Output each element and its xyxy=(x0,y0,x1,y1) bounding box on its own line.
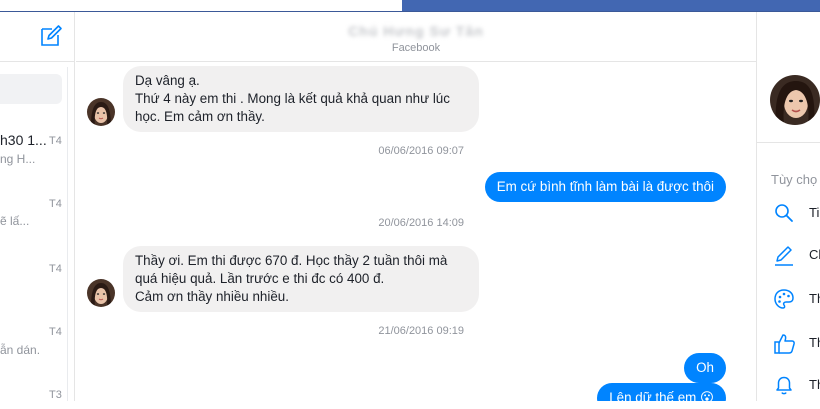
option-label: Ch xyxy=(809,247,820,262)
message-timestamp: 06/06/2016 09:07 xyxy=(378,145,464,157)
facebook-top-bar xyxy=(0,0,820,12)
profile-image xyxy=(770,75,820,125)
change-color[interactable]: Th xyxy=(773,288,820,312)
avatar-photo xyxy=(87,98,115,126)
outgoing-message[interactable]: Oh xyxy=(684,353,726,383)
profile-photo[interactable] xyxy=(770,75,820,125)
chat-title[interactable]: Chú Hưng Sư Tân xyxy=(76,23,756,39)
message-line: Dạ vâng ạ. xyxy=(135,73,200,88)
conversation-time: T4 xyxy=(49,198,62,210)
chat-header: Chú Hưng Sư Tân Facebook xyxy=(76,12,756,62)
avatar-photo xyxy=(87,279,115,307)
conversation-snippet: ng H... xyxy=(0,152,36,166)
conversation-time: T4 xyxy=(49,263,62,275)
details-divider xyxy=(757,142,820,143)
message-line: quá hiệu quả. Lần trước e thi đc có 400 … xyxy=(135,271,385,286)
message-line: học. Em cảm ơn thầy. xyxy=(135,109,265,124)
thumbs-up-icon xyxy=(774,334,795,354)
option-label: Th xyxy=(809,335,820,350)
outgoing-message[interactable]: Lên dữ thế em 😮 xyxy=(597,383,726,401)
message-line: Thứ 4 này em thi . Mong là kết quả khả q… xyxy=(135,91,450,106)
avatar[interactable] xyxy=(87,279,115,307)
message-timestamp: 21/06/2016 09:19 xyxy=(378,325,464,337)
conversation-item[interactable]: T4 ẽ lấ... xyxy=(0,198,75,248)
search-conversations-input[interactable] xyxy=(0,74,62,104)
conversation-time: T3 xyxy=(49,389,62,401)
conversation-snippet: ẽ lấ... xyxy=(0,214,30,228)
search-in-conversation[interactable]: Ti xyxy=(773,202,820,226)
conversation-snippet: ẫn dán. xyxy=(0,343,41,357)
message-line: Cảm ơn thầy nhiều nhiều. xyxy=(135,289,289,304)
conversation-list-scrollbar[interactable] xyxy=(67,67,68,401)
chat-subtitle: Facebook xyxy=(391,42,441,54)
conversation-item[interactable]: T4 xyxy=(0,263,75,313)
option-label: Th xyxy=(809,291,820,306)
notifications[interactable]: Th xyxy=(773,374,820,398)
pencil-icon xyxy=(775,246,793,266)
options-label: Tùy chọ xyxy=(771,172,818,187)
conversation-item[interactable]: h30 1... T4 ng H... xyxy=(0,130,75,180)
edit-nicknames[interactable]: Ch xyxy=(773,244,820,268)
conversation-item[interactable]: T3 xyxy=(0,389,75,409)
search-icon xyxy=(775,204,793,222)
message-thread: Dạ vâng ạ. Thứ 4 này em thi . Mong là kế… xyxy=(76,63,756,401)
option-label: Th xyxy=(809,377,820,392)
message-timestamp: 20/06/2016 14:09 xyxy=(378,217,464,229)
incoming-message[interactable]: Thầy ơi. Em thi được 670 đ. Học thầy 2 t… xyxy=(123,246,479,312)
bell-icon xyxy=(776,376,792,395)
avatar[interactable] xyxy=(87,98,115,126)
conversation-time: T4 xyxy=(49,135,62,147)
incoming-message[interactable]: Dạ vâng ạ. Thứ 4 này em thi . Mong là kế… xyxy=(123,66,479,132)
message-line: Thầy ơi. Em thi được 670 đ. Học thầy 2 t… xyxy=(135,253,448,268)
chat-panel: Chú Hưng Sư Tân Facebook Dạ vâng ạ. Thứ … xyxy=(76,12,756,401)
option-label: Ti xyxy=(809,205,820,220)
conversation-details-panel: Tùy chọ Ti Ch Th Th Th xyxy=(756,12,820,401)
compose-icon[interactable] xyxy=(39,24,63,48)
conversation-list-panel: h30 1... T4 ng H... T4 ẽ lấ... T4 T4 ẫn … xyxy=(0,12,75,401)
palette-icon xyxy=(774,289,794,309)
outgoing-message[interactable]: Em cứ bình tĩnh làm bài là được thôi xyxy=(484,172,726,202)
change-emoji[interactable]: Th xyxy=(773,332,820,356)
conversation-time: T4 xyxy=(49,326,62,338)
conversation-item[interactable]: T4 ẫn dán. xyxy=(0,326,75,376)
conversation-list-header xyxy=(0,12,74,62)
conversation-name: h30 1... xyxy=(0,132,47,148)
